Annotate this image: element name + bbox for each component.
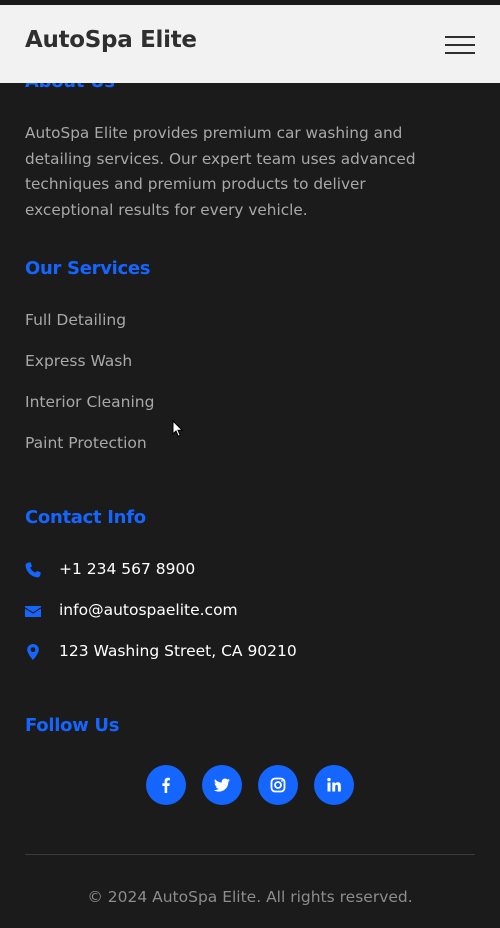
linkedin-icon — [327, 777, 341, 792]
copyright-text: © 2024 AutoSpa Elite. All rights reserve… — [87, 888, 413, 906]
contact-phone-text: +1 234 567 8900 — [59, 560, 196, 578]
menu-line — [445, 44, 475, 46]
facebook-icon — [162, 777, 170, 793]
follow-heading: Follow Us — [25, 715, 120, 736]
instagram-icon — [270, 777, 286, 793]
top-navbar: AutoSpa Elite — [0, 5, 500, 83]
about-text: AutoSpa Elite provides premium car washi… — [25, 124, 416, 220]
service-link-express-wash[interactable]: Express Wash — [25, 352, 132, 370]
contact-address[interactable]: 123 Washing Street, CA 90210 — [25, 642, 425, 666]
footer-divider — [25, 854, 475, 855]
envelope-icon — [25, 606, 41, 617]
contact-email-text: info@autospaelite.com — [59, 601, 238, 619]
phone-icon — [25, 562, 41, 578]
menu-line — [445, 52, 475, 54]
services-heading: Our Services — [25, 258, 151, 279]
facebook-button[interactable] — [146, 765, 186, 805]
service-link-full-detailing[interactable]: Full Detailing — [25, 311, 126, 329]
brand-logo-text[interactable]: AutoSpa Elite — [25, 27, 197, 53]
social-links — [146, 765, 356, 805]
service-link-interior-cleaning[interactable]: Interior Cleaning — [25, 393, 154, 411]
twitter-button[interactable] — [202, 765, 242, 805]
mouse-cursor-icon — [172, 420, 184, 437]
linkedin-button[interactable] — [314, 765, 354, 805]
hamburger-menu-icon[interactable] — [445, 36, 475, 55]
map-pin-icon — [27, 644, 39, 660]
contact-phone[interactable]: +1 234 567 8900 — [25, 560, 425, 584]
twitter-icon — [214, 778, 230, 792]
service-link-paint-protection[interactable]: Paint Protection — [25, 434, 147, 452]
contact-heading: Contact Info — [25, 507, 146, 528]
instagram-button[interactable] — [258, 765, 298, 805]
contact-email[interactable]: info@autospaelite.com — [25, 601, 425, 625]
contact-address-text: 123 Washing Street, CA 90210 — [59, 642, 297, 660]
menu-line — [445, 36, 475, 38]
